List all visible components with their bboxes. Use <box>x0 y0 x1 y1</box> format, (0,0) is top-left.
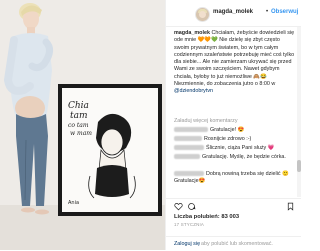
username-link[interactable]: magda_molek <box>213 9 253 15</box>
artwork-line1: Chia <box>68 101 89 111</box>
comment-username-blurred[interactable] <box>174 154 200 160</box>
header-separator: • <box>266 9 269 15</box>
heart-icon[interactable] <box>174 202 183 211</box>
instagram-embed-card: Chia tam co tam w mam Ania magda_molek •… <box>0 0 301 250</box>
post-date[interactable]: 17 STYCZNIA <box>174 222 204 227</box>
comment-item: Ślicznie, ciąża Pani służy 💗 <box>174 145 296 152</box>
comment-text: Gratulacje! 😍 <box>210 127 245 133</box>
comment-item: Rosnijcie zdrowo :-) <box>174 136 296 143</box>
comment-username-blurred[interactable] <box>174 145 204 151</box>
post-actions <box>166 198 301 213</box>
comment-text: Ślicznie, ciąża Pani służy 💗 <box>206 145 275 151</box>
comment-item: Dobrą nowiną trzeba się dzielić 🙂 Gratul… <box>174 171 296 185</box>
artwork-signature: Ania <box>68 200 79 206</box>
comment-item: Gratulacje! 😍 <box>174 127 296 134</box>
artwork-line2: tam <box>70 111 88 121</box>
comments-scrollbar-thumb[interactable] <box>297 160 301 172</box>
artwork-line4: w mam <box>70 130 92 137</box>
comment-username-blurred[interactable] <box>174 127 208 133</box>
caption-text: Chciałam, żebyście dowiedzieli się ode m… <box>174 30 295 80</box>
post-side-panel: magda_molek • Obserwuj magda_molek Chcia… <box>165 0 301 250</box>
avatar-face <box>199 11 206 18</box>
comment-text: Rosnijcie zdrowo :-) <box>204 136 252 142</box>
bookmark-icon[interactable] <box>286 202 295 211</box>
caption-username[interactable]: magda_molek <box>174 30 210 36</box>
caption-mention[interactable]: @dziendobrytvn <box>174 88 213 94</box>
follow-button[interactable]: Obserwuj <box>271 9 298 15</box>
photo-illustration: Chia tam co tam w mam Ania <box>0 0 165 250</box>
comment-text: Gratulację. Myślę, że będzie córka. <box>202 154 286 160</box>
post-header: magda_molek • Obserwuj <box>166 0 301 27</box>
login-prompt-text: aby polubić lub skomentować. <box>201 241 273 247</box>
artwork-line3: co tam <box>68 122 89 129</box>
post-caption: magda_molek Chciałam, żebyście dowiedzie… <box>174 30 296 96</box>
framed-artwork: Chia tam co tam w mam Ania <box>58 84 162 216</box>
comment-icon[interactable] <box>187 202 196 211</box>
login-link[interactable]: Zaloguj się <box>174 241 200 247</box>
caption-text-2: Niezmiennie, do zobaczenia jutro o 8:00 … <box>174 81 276 88</box>
avatar[interactable] <box>195 7 210 22</box>
comment-item: Gratulację. Myślę, że będzie córka. <box>174 154 296 161</box>
likes-count[interactable]: Liczba polubień: 83 003 <box>174 214 239 220</box>
load-more-comments-link[interactable]: Załaduj więcej komentarzy <box>174 118 238 124</box>
comment-username-blurred[interactable] <box>174 136 202 142</box>
comment-username-blurred[interactable] <box>174 171 204 177</box>
post-photo[interactable]: Chia tam co tam w mam Ania <box>0 0 165 250</box>
post-footer: Zaloguj się aby polubić lub skomentować. <box>166 236 301 251</box>
